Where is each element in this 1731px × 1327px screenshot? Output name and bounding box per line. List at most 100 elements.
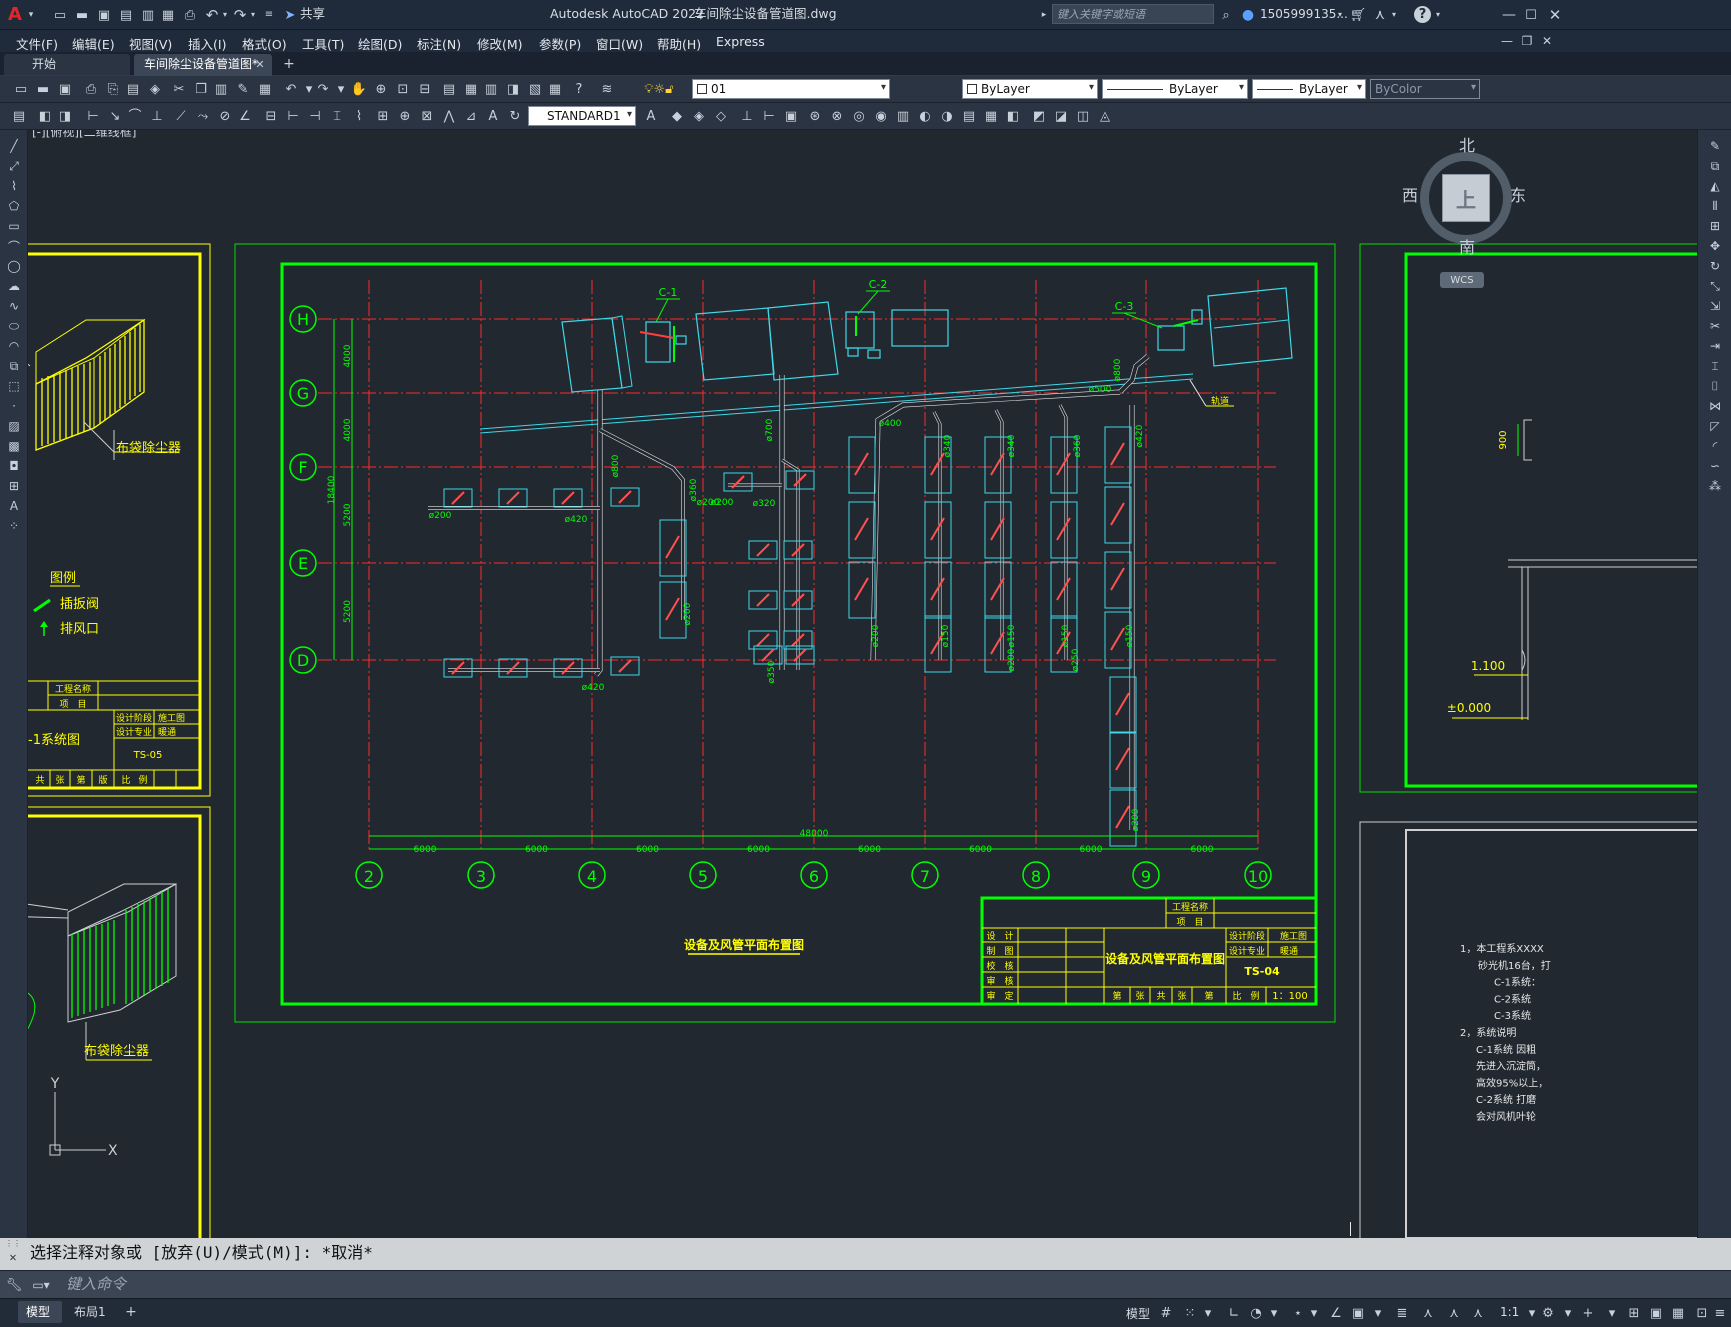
isodraft-dropdown-icon[interactable]: ▾ bbox=[1306, 1305, 1322, 1321]
visual-style-icon-2[interactable]: ◑ bbox=[938, 107, 956, 125]
mtext-icon[interactable]: A bbox=[5, 498, 23, 514]
customization-icon[interactable]: ≡ bbox=[1712, 1305, 1728, 1321]
save-icon[interactable]: ▣ bbox=[96, 7, 112, 23]
join-icon[interactable]: ⋈ bbox=[1706, 398, 1724, 414]
new-file-icon[interactable]: ▭ bbox=[52, 7, 68, 23]
menu-parametric[interactable]: 参数(P) bbox=[539, 34, 581, 53]
angular-dim-icon[interactable]: ∠ bbox=[236, 107, 254, 125]
new-icon[interactable]: ▭ bbox=[12, 80, 30, 98]
command-grip-icon[interactable]: ⋮⋮ bbox=[5, 1240, 21, 1248]
redo-dropdown-icon[interactable]: ▾ bbox=[249, 9, 257, 21]
drawing-canvas[interactable]: [-][俯视][二维线框] H G F E D 2 3 4 5 6 7 8 9 10 48000 6000 6… bbox=[28, 130, 1697, 1238]
snap-dropdown-icon[interactable]: ▾ bbox=[1200, 1305, 1216, 1321]
ellipse-icon[interactable]: ⬭ bbox=[5, 318, 23, 334]
baseline-dim-icon[interactable]: ⊢ bbox=[284, 107, 302, 125]
hardware-accel-icon[interactable]: ▦ bbox=[1670, 1305, 1686, 1321]
blend-icon[interactable]: ∽ bbox=[1706, 458, 1724, 474]
command-close-icon[interactable]: ✕ bbox=[6, 1250, 20, 1264]
undo-dropdown-icon[interactable]: ▾ bbox=[221, 9, 229, 21]
gradient-icon[interactable]: ▩ bbox=[5, 438, 23, 454]
annotation-visible-icon[interactable]: ⋏ bbox=[1470, 1305, 1486, 1321]
render-icon-1[interactable]: ◩ bbox=[1030, 107, 1048, 125]
compass-east[interactable]: 东 bbox=[1510, 188, 1526, 204]
scale-dropdown-icon[interactable]: ▾ bbox=[1524, 1305, 1540, 1321]
help-toolbar-icon[interactable]: ? bbox=[570, 80, 588, 98]
open-icon[interactable]: ▬ bbox=[34, 80, 52, 98]
layout-tab-model[interactable]: 模型 bbox=[18, 1301, 62, 1323]
copy-icon[interactable]: ❐ bbox=[192, 80, 210, 98]
doc-restore-icon[interactable]: ❐ bbox=[1520, 34, 1534, 48]
model-space-button[interactable]: 模型 bbox=[1126, 1305, 1150, 1322]
visual-style-icon-1[interactable]: ◐ bbox=[916, 107, 934, 125]
save-icon[interactable]: ▣ bbox=[56, 80, 74, 98]
lineweight-toggle-icon[interactable]: ≣ bbox=[1394, 1305, 1410, 1321]
annotation-visibility-icon[interactable]: ⋏ bbox=[1420, 1305, 1436, 1321]
lineweight-combo[interactable]: ByLayer ▾ bbox=[1252, 79, 1366, 99]
share-label[interactable]: 共享 bbox=[300, 7, 325, 21]
isodraft-icon[interactable]: ⋆ bbox=[1290, 1305, 1306, 1321]
region-icon[interactable]: ◘ bbox=[5, 458, 23, 474]
cad-drawing[interactable]: H G F E D 2 3 4 5 6 7 8 9 10 48000 6000 6000 6000 6000 600… bbox=[28, 130, 1697, 1238]
center-mark-icon[interactable]: ⊕ bbox=[396, 107, 414, 125]
text-style-icon[interactable]: A bbox=[642, 107, 660, 125]
lineweight-dropdown-icon[interactable]: ▾ bbox=[1357, 82, 1362, 93]
break-icon[interactable]: ⌷ bbox=[1706, 378, 1724, 394]
ordinate-dim-icon[interactable]: ⊥ bbox=[148, 107, 166, 125]
ucs-icon-3[interactable]: ▣ bbox=[782, 107, 800, 125]
clean-screen-icon[interactable]: ⊡ bbox=[1694, 1305, 1710, 1321]
polygon-icon[interactable]: ⬠ bbox=[5, 198, 23, 214]
insert-block-icon[interactable]: ⧉ bbox=[5, 358, 23, 374]
ellipse-arc-icon[interactable]: ◠ bbox=[5, 338, 23, 354]
properties-icon[interactable]: ▤ bbox=[440, 80, 458, 98]
render-icon-4[interactable]: ◬ bbox=[1096, 107, 1114, 125]
zoom-previous-icon[interactable]: ⊟ bbox=[416, 80, 434, 98]
linear-dim-icon[interactable]: ⊢ bbox=[84, 107, 102, 125]
wcs-menu[interactable]: WCS bbox=[1440, 272, 1484, 288]
scale-icon[interactable]: ⤡ bbox=[1706, 278, 1724, 294]
dim-update-icon[interactable]: ◨ bbox=[56, 107, 74, 125]
line-tool-icon[interactable]: ╱ bbox=[5, 138, 23, 154]
extend-icon[interactable]: ⇥ bbox=[1706, 338, 1724, 354]
viewcube[interactable]: 上 北 南 东 西 bbox=[1402, 138, 1526, 258]
paste-icon[interactable]: ▥ bbox=[212, 80, 230, 98]
osnap-track-icon[interactable]: ∠ bbox=[1328, 1305, 1344, 1321]
plotstyle-combo[interactable]: ByColor ▾ bbox=[1370, 79, 1480, 99]
block-editor-icon[interactable]: ▦ bbox=[256, 80, 274, 98]
render-icon-2[interactable]: ◪ bbox=[1052, 107, 1070, 125]
layer-state-icons[interactable]: 💡︎☼🔓︎ bbox=[624, 80, 694, 98]
cut-icon[interactable]: ✂ bbox=[170, 80, 188, 98]
break-point-icon[interactable]: ⌶ bbox=[1706, 358, 1724, 374]
chamfer-icon[interactable]: ◸ bbox=[1706, 418, 1724, 434]
share-icon[interactable]: ➤ bbox=[282, 7, 298, 23]
menu-format[interactable]: 格式(O) bbox=[242, 34, 287, 53]
add-selected-icon[interactable]: ⁘ bbox=[5, 518, 23, 534]
doc-close-icon[interactable]: ✕ bbox=[1540, 34, 1554, 48]
new-tab-icon[interactable]: + bbox=[282, 57, 296, 71]
command-prompt-icon[interactable]: ▭▾ bbox=[30, 1277, 52, 1293]
sheet-set-icon[interactable]: ◨ bbox=[504, 80, 522, 98]
match-properties-icon[interactable]: ✎ bbox=[234, 80, 252, 98]
open-web-icon[interactable]: ▥ bbox=[140, 7, 156, 23]
color-dropdown-icon[interactable]: ▾ bbox=[1089, 82, 1094, 93]
undo-icon[interactable]: ↶ bbox=[204, 7, 220, 23]
visual-style-icon-5[interactable]: ◧ bbox=[1004, 107, 1022, 125]
layer-combo[interactable]: 01 ▾ bbox=[692, 79, 890, 99]
jogged-dim-icon[interactable]: ⤳ bbox=[194, 107, 212, 125]
ucs-icon-6[interactable]: ◎ bbox=[850, 107, 868, 125]
menu-draw[interactable]: 绘图(D) bbox=[358, 34, 402, 53]
menu-edit[interactable]: 编辑(E) bbox=[72, 34, 115, 53]
linetype-dropdown-icon[interactable]: ▾ bbox=[1239, 82, 1244, 93]
table-icon[interactable]: ⊞ bbox=[5, 478, 23, 494]
close-icon[interactable]: ✕ bbox=[1546, 6, 1564, 24]
menu-view[interactable]: 视图(V) bbox=[129, 34, 172, 53]
layer-properties-icon[interactable]: ≋ bbox=[598, 80, 616, 98]
open-file-icon[interactable]: ▬ bbox=[74, 7, 90, 23]
user-name[interactable]: 1505999135... bbox=[1260, 8, 1348, 20]
erase-icon[interactable]: ✎ bbox=[1706, 138, 1724, 154]
render-icon-3[interactable]: ◫ bbox=[1074, 107, 1092, 125]
customize-qat-icon[interactable]: ≡ bbox=[262, 7, 276, 23]
compass-south[interactable]: 南 bbox=[1459, 240, 1475, 256]
plot-icon[interactable]: ⎙ bbox=[182, 7, 198, 23]
auto-scale-icon[interactable]: ⋏ bbox=[1446, 1305, 1462, 1321]
arc-icon[interactable]: ⌒ bbox=[5, 238, 23, 254]
